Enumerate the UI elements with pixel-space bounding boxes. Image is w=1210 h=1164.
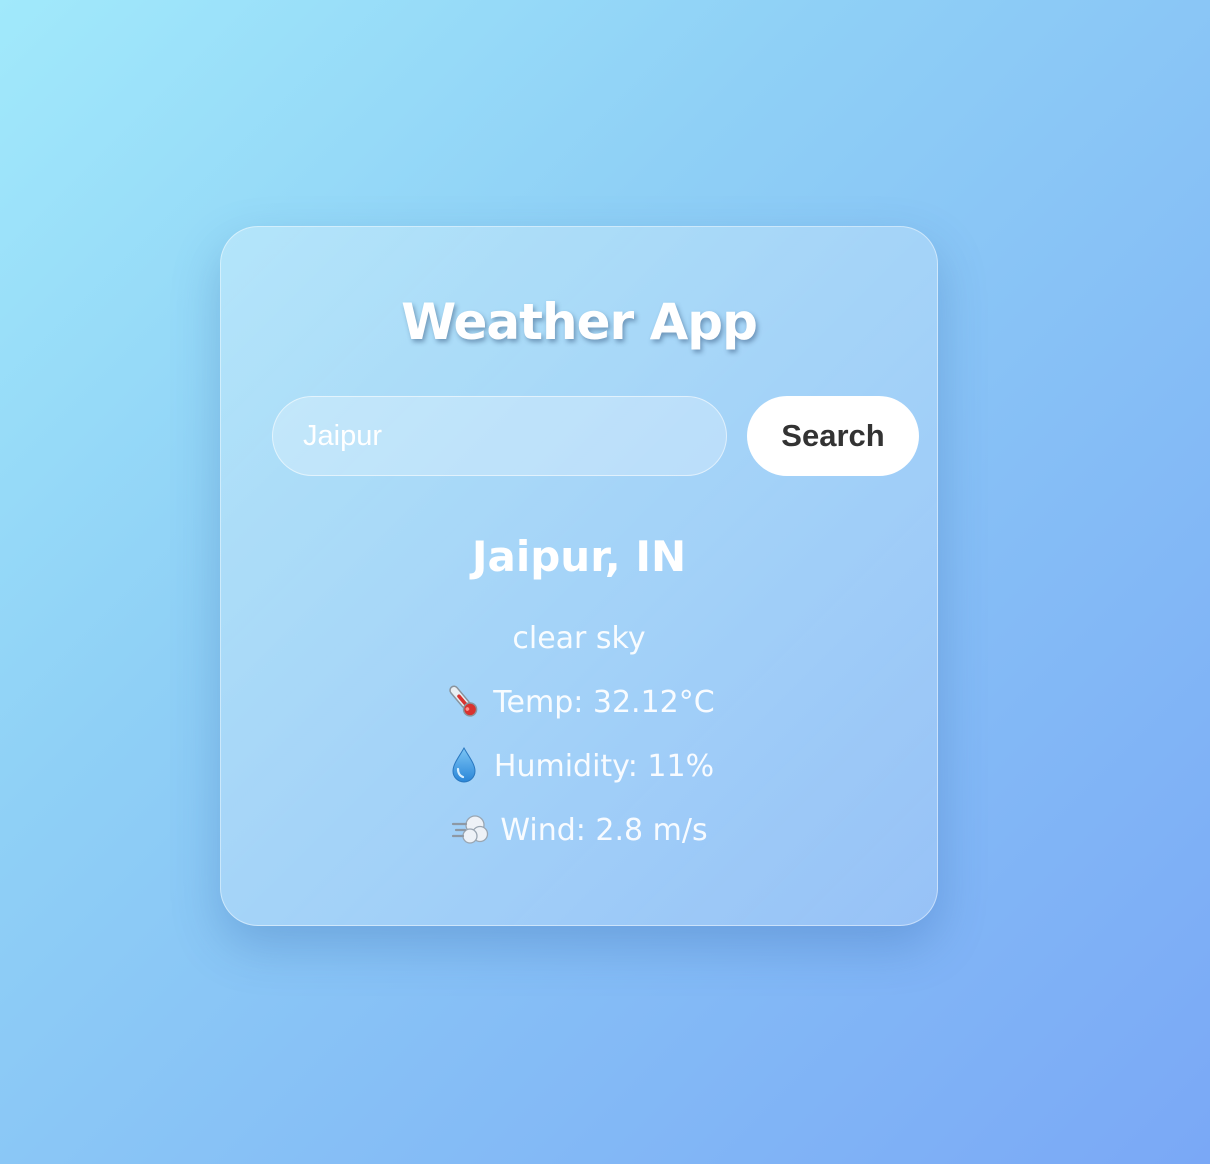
page-title: Weather App — [401, 293, 758, 351]
humidity-text: Humidity: 11% — [493, 749, 715, 784]
humidity-row: Humidity: 11% — [221, 745, 937, 788]
wind-text: Wind: 2.8 m/s — [500, 813, 708, 848]
wind-icon — [450, 809, 490, 849]
wind-row: Wind: 2.8 m/s — [221, 811, 937, 852]
temperature-text: Temp: 32.12°C — [493, 685, 715, 720]
weather-description-text: clear sky — [512, 621, 646, 656]
search-input[interactable] — [272, 396, 727, 476]
droplet-icon — [444, 745, 484, 785]
weather-description: clear sky — [221, 619, 937, 659]
weather-card: Weather App Search Jaipur, IN clear sky … — [220, 226, 938, 926]
search-button[interactable]: Search — [747, 396, 919, 476]
temperature-row: Temp: 32.12°C — [221, 683, 937, 724]
thermometer-icon — [443, 681, 483, 721]
location-name: Jaipur, IN — [471, 532, 687, 581]
